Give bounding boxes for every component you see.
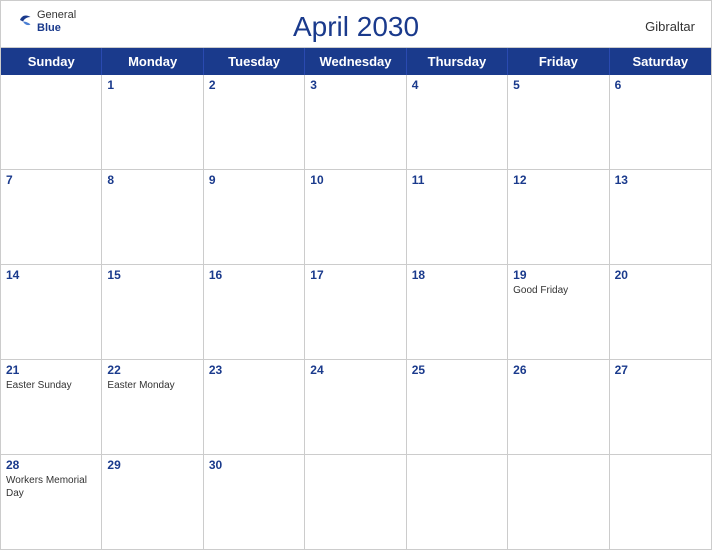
day-cell: 24: [305, 360, 406, 454]
weeks-container: 12345678910111213141516171819Good Friday…: [1, 75, 711, 549]
day-headers: SundayMondayTuesdayWednesdayThursdayFrid…: [1, 48, 711, 75]
day-number: 25: [412, 363, 502, 377]
day-number: 11: [412, 173, 502, 187]
logo-area: General Blue: [17, 9, 76, 35]
day-cell: 10: [305, 170, 406, 264]
day-cell: 29: [102, 455, 203, 549]
day-number: 30: [209, 458, 299, 472]
day-cell: 7: [1, 170, 102, 264]
calendar-wrapper: General Blue April 2030 Gibraltar Sunday…: [0, 0, 712, 550]
day-number: 9: [209, 173, 299, 187]
day-cell: 21 Easter Sunday: [1, 360, 102, 454]
calendar-header: General Blue April 2030 Gibraltar: [1, 1, 711, 47]
day-cell: 27: [610, 360, 711, 454]
day-number: 4: [412, 78, 502, 92]
week-row-3: 14 15 16 17 18 19 Good Friday 20: [1, 265, 711, 360]
day-cell: 11: [407, 170, 508, 264]
day-cell: 2: [204, 75, 305, 169]
region-label: Gibraltar: [645, 19, 695, 34]
day-header-thursday: Thursday: [407, 48, 508, 75]
day-header-wednesday: Wednesday: [305, 48, 406, 75]
day-cell: 3: [305, 75, 406, 169]
holiday-label: Good Friday: [513, 284, 603, 297]
week-row-5: 28 Workers Memorial Day 29 30: [1, 455, 711, 549]
day-number: 17: [310, 268, 400, 282]
day-cell: 13: [610, 170, 711, 264]
day-number: 5: [513, 78, 603, 92]
day-number: 8: [107, 173, 197, 187]
day-number: 6: [615, 78, 706, 92]
holiday-label: Workers Memorial Day: [6, 474, 96, 500]
day-number: 2: [209, 78, 299, 92]
day-number: 12: [513, 173, 603, 187]
day-cell: 5: [508, 75, 609, 169]
day-header-friday: Friday: [508, 48, 609, 75]
day-cell: 1: [102, 75, 203, 169]
week-row-4: 21 Easter Sunday 22 Easter Monday 23 24 25 26 27: [1, 360, 711, 455]
day-number: 7: [6, 173, 96, 187]
day-number: 19: [513, 268, 603, 282]
day-cell: [610, 455, 711, 549]
day-cell: 15: [102, 265, 203, 359]
day-number: 10: [310, 173, 400, 187]
calendar-grid: SundayMondayTuesdayWednesdayThursdayFrid…: [1, 47, 711, 549]
day-cell: 19 Good Friday: [508, 265, 609, 359]
day-cell: 16: [204, 265, 305, 359]
day-number: 1: [107, 78, 197, 92]
day-number: 16: [209, 268, 299, 282]
logo-blue: Blue: [37, 22, 76, 35]
day-cell: 4: [407, 75, 508, 169]
day-cell: 14: [1, 265, 102, 359]
logo-icon: [17, 11, 35, 34]
day-number: 26: [513, 363, 603, 377]
week-row-1: 123456: [1, 75, 711, 170]
day-cell: 18: [407, 265, 508, 359]
day-cell: 25: [407, 360, 508, 454]
day-cell: [1, 75, 102, 169]
calendar-title: April 2030: [293, 11, 419, 43]
day-number: 24: [310, 363, 400, 377]
day-cell: 20: [610, 265, 711, 359]
day-number: 18: [412, 268, 502, 282]
day-cell: 12: [508, 170, 609, 264]
day-number: 28: [6, 458, 96, 472]
day-cell: 17: [305, 265, 406, 359]
day-number: 13: [615, 173, 706, 187]
day-cell: 8: [102, 170, 203, 264]
week-row-2: 789 10 11 12 13: [1, 170, 711, 265]
day-number: 3: [310, 78, 400, 92]
day-number: 29: [107, 458, 197, 472]
holiday-label: Easter Monday: [107, 379, 197, 392]
day-number: 21: [6, 363, 96, 377]
day-cell: [407, 455, 508, 549]
day-header-saturday: Saturday: [610, 48, 711, 75]
day-header-monday: Monday: [102, 48, 203, 75]
day-number: 15: [107, 268, 197, 282]
day-header-tuesday: Tuesday: [204, 48, 305, 75]
day-cell: 22 Easter Monday: [102, 360, 203, 454]
day-cell: 26: [508, 360, 609, 454]
day-cell: 30: [204, 455, 305, 549]
logo-general: General: [37, 9, 76, 22]
holiday-label: Easter Sunday: [6, 379, 96, 392]
day-cell: [508, 455, 609, 549]
day-number: 20: [615, 268, 706, 282]
day-number: 14: [6, 268, 96, 282]
day-cell: 23: [204, 360, 305, 454]
day-cell: 6: [610, 75, 711, 169]
day-cell: 28 Workers Memorial Day: [1, 455, 102, 549]
day-number: 22: [107, 363, 197, 377]
day-number: 23: [209, 363, 299, 377]
day-cell: [305, 455, 406, 549]
day-header-sunday: Sunday: [1, 48, 102, 75]
day-number: 27: [615, 363, 706, 377]
day-cell: 9: [204, 170, 305, 264]
